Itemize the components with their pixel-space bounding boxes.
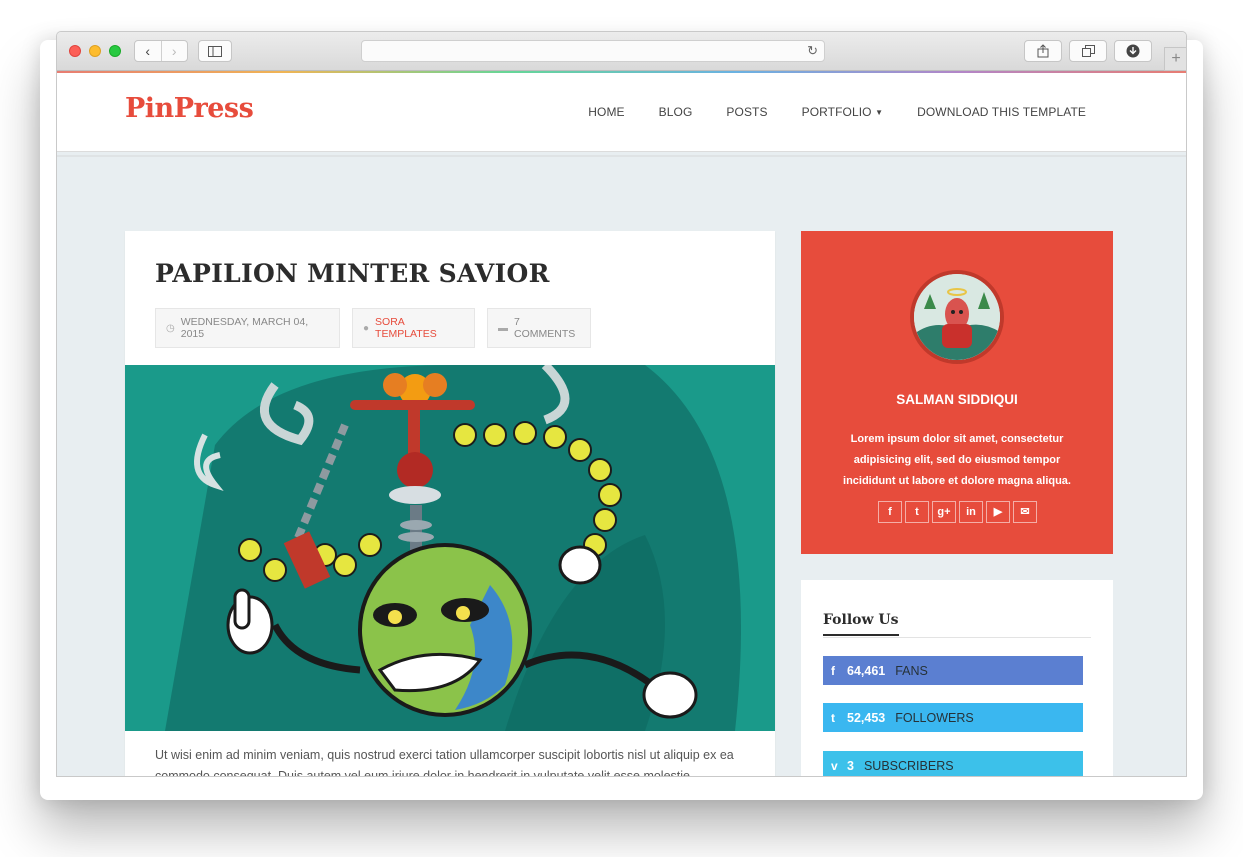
author-bio: Lorem ipsum dolor sit amet, consectetur …: [843, 433, 1071, 487]
email-icon[interactable]: ✉: [1013, 501, 1037, 523]
hookah-illustration: [125, 365, 775, 731]
share-icon: [1037, 44, 1049, 58]
sidebar-icon: [208, 45, 222, 57]
site-logo[interactable]: PinPress: [125, 93, 254, 124]
post-comments[interactable]: ▬ 7 COMMENTS: [487, 308, 591, 348]
follow-widget: Follow Us f 64,461 FANS t 52,453 FOLLOWE…: [801, 580, 1113, 776]
menu-item-posts[interactable]: POSTS: [726, 105, 767, 119]
comments-icon: ▬: [498, 322, 508, 334]
linkedin-icon[interactable]: in: [959, 501, 983, 523]
follow-divider: [823, 637, 1091, 638]
menu-item-download[interactable]: DOWNLOAD THIS TEMPLATE: [917, 105, 1086, 119]
vimeo-label: SUBSCRIBERS: [863, 758, 954, 773]
post-card: PAPILION MINTER SAVIOR ◷ WEDNESDAY, MARC…: [125, 231, 775, 777]
main-menu: HOME BLOG POSTS PORTFOLIO ▼ DOWNLOAD THI…: [554, 105, 1086, 119]
twitter-icon[interactable]: t: [905, 501, 929, 523]
author-social-links: f t g+ in ▶ ✉: [878, 501, 1037, 523]
sidebar-toggle-button[interactable]: [198, 40, 232, 62]
tabs-icon: [1081, 45, 1095, 57]
twitter-followers-link[interactable]: t 52,453 FOLLOWERS: [823, 703, 1083, 732]
user-icon: ●: [363, 322, 370, 334]
vimeo-icon: v: [831, 758, 838, 773]
share-button[interactable]: [1024, 40, 1062, 62]
new-tab-button[interactable]: +: [1164, 47, 1186, 71]
minimize-window-button[interactable]: [89, 45, 101, 57]
author-widget: SALMAN SIDDIQUI Lorem ipsum dolor sit am…: [801, 231, 1113, 554]
menu-item-blog[interactable]: BLOG: [659, 105, 693, 119]
tabs-overview-button[interactable]: [1069, 40, 1107, 62]
history-nav: ‹ ›: [134, 40, 188, 62]
caret-down-icon: ▼: [875, 108, 884, 117]
back-icon[interactable]: ‹: [135, 41, 161, 61]
downloads-button[interactable]: [1114, 40, 1152, 62]
post-title[interactable]: PAPILION MINTER SAVIOR: [155, 259, 550, 288]
facebook-fans-link[interactable]: f 64,461 FANS: [823, 656, 1083, 685]
post-date: ◷ WEDNESDAY, MARCH 04, 2015: [155, 308, 340, 348]
post-excerpt: Ut wisi enim ad minim veniam, quis nostr…: [155, 748, 734, 777]
post-featured-image[interactable]: [125, 365, 775, 731]
vimeo-count: 3: [847, 758, 854, 773]
zoom-window-button[interactable]: [109, 45, 121, 57]
browser-toolbar: ‹ › ↻: [57, 32, 1186, 71]
header-divider: [57, 155, 1186, 157]
post-author-text[interactable]: SORA TEMPLATES: [375, 316, 464, 340]
facebook-count: 64,461: [847, 663, 886, 678]
google-plus-icon[interactable]: g+: [932, 501, 956, 523]
twitter-count: 52,453: [847, 710, 886, 725]
facebook-label: FANS: [895, 663, 928, 678]
browser-window: ‹ › ↻ PinPress HOME BLOG POSTS PORTFOLIO…: [56, 31, 1187, 777]
facebook-icon: f: [831, 663, 835, 678]
twitter-icon: t: [831, 710, 835, 725]
author-name[interactable]: SALMAN SIDDIQUI: [801, 392, 1113, 407]
forward-icon[interactable]: ›: [160, 41, 188, 61]
post-date-text: WEDNESDAY, MARCH 04, 2015: [180, 316, 309, 340]
download-icon: [1126, 44, 1140, 58]
site-header: PinPress HOME BLOG POSTS PORTFOLIO ▼ DOW…: [57, 73, 1186, 152]
author-avatar[interactable]: [910, 270, 1004, 364]
post-comments-text[interactable]: 7 COMMENTS: [514, 316, 580, 340]
twitter-label: FOLLOWERS: [895, 710, 974, 725]
menu-item-portfolio[interactable]: PORTFOLIO ▼: [802, 105, 884, 119]
reload-icon[interactable]: ↻: [807, 43, 818, 59]
menu-item-portfolio-label: PORTFOLIO: [801, 105, 872, 119]
close-window-button[interactable]: [69, 45, 81, 57]
youtube-icon[interactable]: ▶: [986, 501, 1010, 523]
clock-icon: ◷: [166, 322, 175, 334]
vimeo-subscribers-link[interactable]: v 3 SUBSCRIBERS: [823, 751, 1083, 776]
address-bar[interactable]: ↻: [361, 40, 825, 62]
post-author[interactable]: ● SORA TEMPLATES: [352, 308, 475, 348]
avatar-illustration: [914, 274, 1000, 360]
menu-item-home[interactable]: HOME: [588, 105, 624, 119]
facebook-icon[interactable]: f: [878, 501, 902, 523]
follow-title: Follow Us: [823, 612, 899, 636]
